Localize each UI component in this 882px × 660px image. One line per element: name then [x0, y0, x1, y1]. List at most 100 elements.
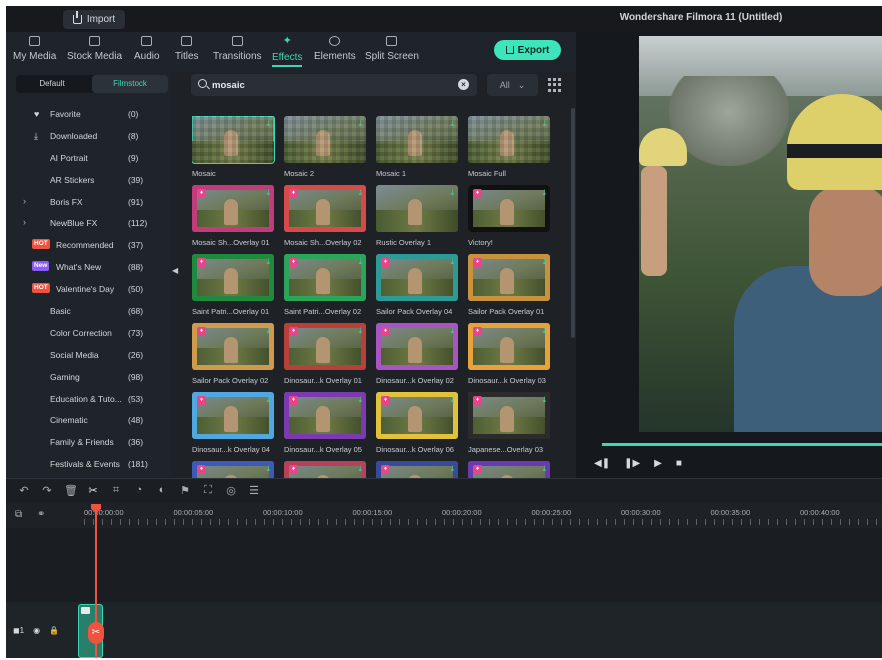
effect-card[interactable]: ♦ ⤓ Sailor Pack Overlay 02: [192, 323, 274, 385]
video-track-1[interactable]: [6, 602, 882, 658]
category-item[interactable]: Cinematic (48): [6, 410, 171, 432]
export-button[interactable]: Export: [494, 40, 561, 60]
download-icon[interactable]: ⤓: [266, 326, 270, 336]
import-button[interactable]: Import: [63, 10, 125, 29]
effect-card[interactable]: ⤓ Mosaic Full: [468, 116, 550, 178]
effect-card[interactable]: ♦ ⤓ Japanese...Overlay 03: [468, 392, 550, 454]
segment-default[interactable]: Default: [16, 75, 88, 93]
download-icon[interactable]: ⤓: [358, 464, 362, 474]
effect-card[interactable]: ⤓ Rustic Overlay 1: [376, 185, 458, 247]
effect-card[interactable]: ♦ ⤓ Dinosaur...k Overlay 06: [376, 392, 458, 454]
effect-card[interactable]: ♦ ⤓ Mosaic Sh...Overlay 01: [192, 185, 274, 247]
category-item[interactable]: ♥ Favorite (0): [6, 104, 171, 126]
timeline-ruler[interactable]: ⧉ ⚭ 00:00:00:00 00:00:05:00 00:00:10:00 00:…: [6, 502, 882, 528]
color-icon[interactable]: ◐: [156, 484, 168, 497]
audio-mixer-icon[interactable]: ☰: [248, 484, 260, 497]
effect-card[interactable]: ♦ ⤓ Victory!: [468, 185, 550, 247]
tab-transitions[interactable]: Transitions: [213, 36, 262, 62]
fullscreen-icon[interactable]: ⛶: [202, 484, 214, 497]
category-item[interactable]: Gaming (98): [6, 367, 171, 389]
collapse-panel-icon[interactable]: ◀: [172, 266, 178, 275]
effect-card[interactable]: ♦ ⤓ Saint Patri...Overlay 01: [192, 254, 274, 316]
playback-progress[interactable]: [602, 443, 882, 446]
redo-icon[interactable]: ↷: [41, 484, 53, 497]
effect-card[interactable]: ♦ ⤓ Mosaic Sh...Overlay 02: [284, 185, 366, 247]
effect-card[interactable]: ⤓ Mosaic: [192, 116, 275, 178]
download-icon[interactable]: ⤓: [358, 119, 362, 129]
effect-card[interactable]: ♦ ⤓ Dinosaur...k Overlay 05: [284, 392, 366, 454]
category-item[interactable]: HOT Valentine's Day (50): [6, 279, 171, 301]
download-icon[interactable]: ⤓: [266, 257, 270, 267]
effect-card[interactable]: ♦ ⤓: [192, 461, 274, 478]
category-item[interactable]: Family & Friends (36): [6, 432, 171, 454]
tab-effects[interactable]: ✦ Effects: [272, 36, 303, 67]
effect-card[interactable]: ♦ ⤓ Sailor Pack Overlay 01: [468, 254, 550, 316]
effect-card[interactable]: ♦ ⤓ Sailor Pack Overlay 04: [376, 254, 458, 316]
vertical-scrollbar[interactable]: [571, 108, 575, 338]
previous-frame-icon[interactable]: ◀❚: [594, 458, 610, 469]
tab-split-screen[interactable]: Split Screen: [365, 36, 419, 62]
segment-filmstock[interactable]: Filmstock: [92, 75, 168, 93]
category-item[interactable]: › Boris FX (91): [6, 192, 171, 214]
effect-card[interactable]: ♦ ⤓ Saint Patri...Overlay 02: [284, 254, 366, 316]
tab-my-media[interactable]: My Media: [13, 36, 56, 62]
next-frame-icon[interactable]: ❚▶: [624, 458, 640, 469]
download-icon[interactable]: ⤓: [266, 395, 270, 405]
search-input[interactable]: [212, 78, 442, 92]
chevron-right-icon[interactable]: ›: [23, 196, 26, 206]
effect-card[interactable]: ⤓ Mosaic 1: [376, 116, 458, 178]
download-icon[interactable]: ⤓: [358, 257, 362, 267]
category-item[interactable]: HOT Recommended (37): [6, 235, 171, 257]
link-icon[interactable]: ⚭: [37, 509, 45, 520]
category-item[interactable]: Education & Tuto... (53): [6, 389, 171, 411]
marker-icon[interactable]: ⚑: [179, 484, 191, 497]
grid-view-icon[interactable]: [548, 78, 562, 92]
play-icon[interactable]: ▶: [654, 458, 662, 469]
download-icon[interactable]: ⤓: [450, 326, 454, 336]
effect-card[interactable]: ♦ ⤓ Dinosaur...k Overlay 02: [376, 323, 458, 385]
category-item[interactable]: Basic (68): [6, 301, 171, 323]
download-icon[interactable]: ⤓: [450, 395, 454, 405]
category-item[interactable]: AI Portrait (9): [6, 148, 171, 170]
category-item[interactable]: Festivals & Events (181): [6, 454, 171, 476]
download-icon[interactable]: ⤓: [358, 188, 362, 198]
download-icon[interactable]: ⤓: [542, 188, 546, 198]
speed-icon[interactable]: ◔: [133, 484, 145, 497]
download-icon[interactable]: ⤓: [266, 464, 270, 474]
download-icon[interactable]: ⤓: [266, 119, 270, 129]
tab-elements[interactable]: Elements: [314, 36, 356, 62]
undo-icon[interactable]: ↶: [18, 484, 30, 497]
download-icon[interactable]: ⤓: [542, 326, 546, 336]
category-item[interactable]: › NewBlue FX (112): [6, 213, 171, 235]
effect-card[interactable]: ♦ ⤓ Dinosaur...k Overlay 04: [192, 392, 274, 454]
filter-dropdown[interactable]: All ⌄: [487, 74, 538, 96]
download-icon[interactable]: ⤓: [542, 464, 546, 474]
clear-search-icon[interactable]: ×: [458, 79, 469, 90]
download-icon[interactable]: ⤓: [542, 395, 546, 405]
download-icon[interactable]: ⤓: [450, 188, 454, 198]
download-icon[interactable]: ⤓: [450, 257, 454, 267]
eye-icon[interactable]: ◉: [33, 626, 40, 635]
category-item[interactable]: Color Correction (73): [6, 323, 171, 345]
stop-icon[interactable]: ■: [676, 458, 682, 469]
tab-stock-media[interactable]: Stock Media: [67, 36, 122, 62]
download-icon[interactable]: ⤓: [450, 119, 454, 129]
cut-icon[interactable]: ✂: [87, 484, 99, 497]
lock-icon[interactable]: 🔒: [49, 626, 59, 635]
category-item[interactable]: AR Stickers (39): [6, 170, 171, 192]
motion-icon[interactable]: ◎: [225, 484, 237, 497]
scissors-icon[interactable]: ✂: [88, 622, 104, 644]
effect-card[interactable]: ♦ ⤓: [376, 461, 458, 478]
download-icon[interactable]: ⤓: [358, 326, 362, 336]
chevron-right-icon[interactable]: ›: [23, 217, 26, 227]
effect-card[interactable]: ⤓ Mosaic 2: [284, 116, 366, 178]
category-item[interactable]: Social Media (26): [6, 345, 171, 367]
download-icon[interactable]: ⤓: [266, 188, 270, 198]
tab-titles[interactable]: Titles: [175, 36, 199, 62]
download-icon[interactable]: ⤓: [542, 119, 546, 129]
tab-audio[interactable]: Audio: [134, 36, 160, 62]
crop-icon[interactable]: ⌗: [110, 484, 122, 497]
effect-card[interactable]: ♦ ⤓ Dinosaur...k Overlay 01: [284, 323, 366, 385]
effect-card[interactable]: ♦ ⤓: [468, 461, 550, 478]
download-icon[interactable]: ⤓: [358, 395, 362, 405]
